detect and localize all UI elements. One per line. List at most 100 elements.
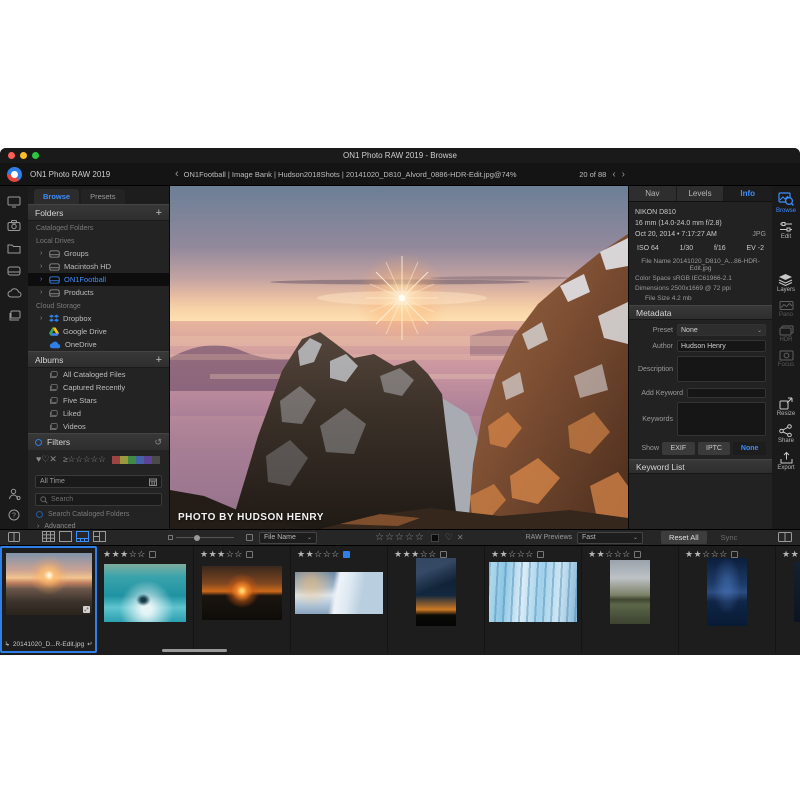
folders-header[interactable]: Folders + [28, 204, 169, 221]
thumbnail-cell[interactable]: ★★☆☆☆ [291, 546, 388, 653]
tab-browse[interactable]: Browse [34, 189, 79, 204]
thumb-color-checkbox[interactable] [149, 551, 156, 558]
filters-toggle-icon[interactable] [35, 439, 42, 446]
album-row-captured-recently[interactable]: Captured Recently [28, 381, 169, 394]
description-field[interactable] [677, 356, 766, 382]
folder-icon[interactable] [7, 243, 21, 254]
color-label-filters[interactable] [112, 456, 160, 464]
thumb-color-checkbox[interactable] [537, 551, 544, 558]
keyword-list-header[interactable]: Keyword List [629, 459, 772, 474]
chevron-right-icon[interactable]: › [40, 250, 45, 257]
album-row-five-stars[interactable]: Five Stars [28, 394, 169, 407]
albums-stack-icon[interactable] [8, 310, 21, 322]
thumb-rating[interactable]: ★★★☆☆ [103, 549, 146, 560]
color-swatch-purple[interactable] [144, 456, 152, 464]
slider-handle[interactable] [194, 535, 200, 541]
help-icon[interactable]: ? [8, 509, 20, 521]
camera-icon[interactable] [7, 220, 21, 231]
color-swatch-blue[interactable] [136, 456, 144, 464]
filename-select[interactable]: File Name ⌄ [259, 532, 317, 544]
filters-header[interactable]: Filters ↺ [28, 433, 169, 450]
module-resize[interactable]: Resize [777, 397, 795, 417]
filmstrip-view-icon[interactable] [76, 531, 89, 544]
dual-display-icon[interactable] [778, 532, 792, 544]
thumb-rating[interactable]: ★★ [782, 549, 799, 560]
filename-checkbox[interactable] [246, 534, 253, 541]
thumb-image-mountain-tree[interactable] [610, 560, 650, 624]
chevron-right-icon[interactable]: › [40, 263, 45, 270]
folder-row-groups[interactable]: › Groups [28, 247, 169, 260]
thumb-image-blue-lake[interactable] [707, 558, 747, 626]
color-label-swatch[interactable] [431, 534, 439, 542]
folder-row-macintosh-hd[interactable]: › Macintosh HD [28, 260, 169, 273]
color-swatch-gray[interactable] [152, 456, 160, 464]
thumb-rating[interactable]: ★★☆☆☆ [297, 549, 340, 560]
filmstrip-scrollbar[interactable] [162, 649, 227, 652]
thumb-color-checkbox[interactable] [634, 551, 641, 558]
keywords-field[interactable] [677, 402, 766, 436]
thumb-color-label-blue[interactable] [343, 551, 350, 558]
drive-icon[interactable] [7, 266, 21, 276]
thumbnail-selected[interactable]: ⤢ ↳ 20141020_D...R-Edit.jpg ↵ [0, 546, 97, 653]
tab-info[interactable]: Info [724, 186, 772, 201]
folder-row-products[interactable]: › Products [28, 286, 169, 299]
chevron-right-icon[interactable]: › [40, 315, 45, 322]
cloud-row-dropbox[interactable]: › Dropbox [28, 312, 169, 325]
like-filter-icons[interactable]: ♥♡✕ [36, 454, 57, 465]
thumb-rating[interactable]: ★★☆☆☆ [588, 549, 631, 560]
panel-toggle-icon[interactable] [8, 532, 20, 544]
tab-levels[interactable]: Levels [677, 186, 725, 201]
add-keyword-field[interactable] [687, 388, 766, 398]
cloud-row-onedrive[interactable]: OneDrive [28, 338, 169, 351]
module-focus[interactable]: Focus [778, 350, 794, 368]
next-photo-button[interactable]: › [622, 169, 625, 180]
show-none-button[interactable]: None [733, 442, 766, 455]
thumb-image-night-sky[interactable] [416, 558, 456, 626]
thumbnail-cell[interactable]: ★★☆☆☆ [582, 546, 679, 653]
thumbnail-cell[interactable]: ★★☆☆☆ [485, 546, 582, 653]
thumb-image-snow-pano[interactable] [295, 572, 383, 614]
like-heart-icon[interactable]: ♡ [445, 532, 453, 543]
show-iptc-button[interactable]: IPTC [698, 442, 731, 455]
chevron-right-icon[interactable]: › [40, 289, 45, 296]
color-swatch-yellow[interactable] [120, 456, 128, 464]
thumbnail-cell[interactable]: ★★★☆☆ [97, 546, 194, 653]
color-swatch-green[interactable] [128, 456, 136, 464]
module-export[interactable]: Export [777, 451, 794, 471]
album-row-videos[interactable]: Videos [28, 420, 169, 433]
compare-view-icon[interactable] [93, 531, 106, 544]
photo-preview[interactable]: PHOTO BY HUDSON HENRY [170, 186, 628, 529]
breadcrumb[interactable]: ON1Football | Image Bank | Hudson2018Sho… [184, 170, 517, 179]
advanced-disclosure[interactable]: › Advanced [28, 518, 169, 529]
tab-presets[interactable]: Presets [81, 189, 124, 204]
module-browse[interactable]: Browse [776, 192, 796, 214]
desktop-icon[interactable] [7, 196, 21, 208]
thumb-image-surfer[interactable] [104, 564, 186, 622]
tab-nav[interactable]: Nav [629, 186, 677, 201]
thumb-rating[interactable]: ★★☆☆☆ [491, 549, 534, 560]
thumb-image-alvord[interactable]: ⤢ [6, 553, 92, 615]
album-row-liked[interactable]: Liked [28, 407, 169, 420]
rating-stars[interactable]: ☆☆☆☆☆ [375, 532, 425, 543]
thumbnail-size-slider[interactable] [168, 535, 234, 540]
account-icon[interactable] [8, 488, 21, 501]
thumbnail-cell[interactable]: ★★★☆☆ [194, 546, 291, 653]
breadcrumb-back-icon[interactable]: ‹ [175, 168, 179, 180]
prev-photo-button[interactable]: ‹ [612, 169, 615, 180]
cloud-icon[interactable] [7, 288, 22, 298]
filters-reset-icon[interactable]: ↺ [154, 437, 162, 448]
cloud-row-google-drive[interactable]: Google Drive [28, 325, 169, 338]
thumb-image-partial[interactable] [794, 562, 800, 622]
thumb-image-ocean-sunset[interactable] [202, 566, 282, 620]
sync-button[interactable]: Sync [713, 531, 746, 544]
module-edit[interactable]: Edit [779, 221, 793, 240]
metadata-header[interactable]: Metadata [629, 305, 772, 320]
thumb-color-checkbox[interactable] [440, 551, 447, 558]
thumbnail-cell-partial[interactable]: ★★ [776, 546, 800, 653]
module-hdr[interactable]: HDR [779, 325, 794, 343]
module-share[interactable]: Share [778, 424, 794, 444]
raw-previews-select[interactable]: Fast ⌄ [577, 532, 643, 544]
reject-x-icon[interactable]: ✕ [457, 533, 464, 542]
color-swatch-red[interactable] [112, 456, 120, 464]
reset-all-button[interactable]: Reset All [661, 531, 707, 544]
